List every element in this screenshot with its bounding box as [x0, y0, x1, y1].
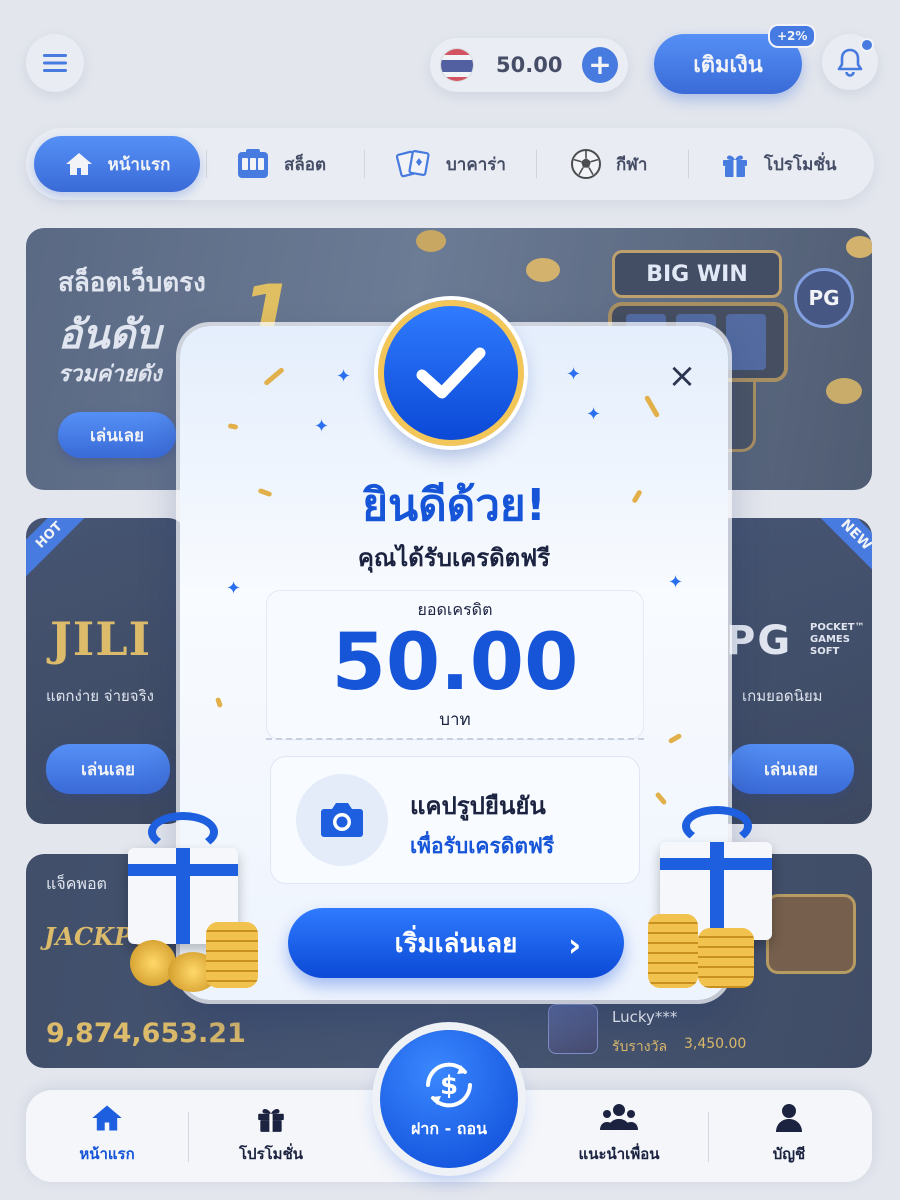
deposit-withdraw-button[interactable]: $ ฝาก - ถอน: [380, 1030, 518, 1168]
gift-icon: [258, 1108, 284, 1132]
credit-unit: บาท: [439, 710, 471, 730]
bottom-nav-refer-label: แนะนำเพื่อน: [578, 1145, 660, 1163]
coin-stack-graphic: [648, 914, 778, 990]
bottom-nav-divider: [188, 1112, 189, 1162]
user-icon: [776, 1104, 802, 1132]
home-icon: [92, 1105, 122, 1131]
success-badge: [378, 300, 524, 446]
sparkle-icon: ✦: [226, 578, 242, 599]
start-play-label: เริ่มเล่นเลย: [394, 928, 518, 959]
close-icon[interactable]: ×: [664, 356, 700, 396]
sparkle-icon: ✦: [566, 364, 582, 385]
bottom-nav-promotions-label: โปรโมชั่น: [238, 1145, 303, 1163]
bottom-nav-account-label: บัญชี: [772, 1145, 806, 1163]
sparkle-icon: ✦: [314, 416, 330, 437]
bottom-nav-home-label: หน้าแรก: [79, 1145, 135, 1163]
capture-line-2: เพื่อรับเครดิตฟรี: [410, 834, 555, 858]
sparkle-icon: ✦: [336, 366, 352, 387]
exchange-dollar-icon: $: [426, 1062, 472, 1107]
dashed-divider: [266, 738, 644, 740]
deposit-withdraw-label: ฝาก - ถอน: [410, 1118, 488, 1138]
users-icon: [600, 1104, 638, 1130]
bottom-nav-promotions[interactable]: โปรโมชั่น: [196, 1102, 346, 1166]
capture-line-1: แคปรูปยืนยัน: [410, 792, 546, 820]
modal-subtitle: คุณได้รับเครดิตฟรี: [357, 544, 551, 572]
credit-value: 50.00: [331, 618, 579, 708]
bottom-nav-refer[interactable]: แนะนำเพื่อน: [544, 1102, 694, 1166]
modal-title: ยินดีด้วย!: [362, 480, 546, 531]
checkmark-icon: [416, 347, 486, 399]
coin-stack-graphic: [130, 922, 260, 996]
svg-text:$: $: [440, 1071, 458, 1101]
bottom-nav-home[interactable]: หน้าแรก: [32, 1102, 182, 1166]
camera-icon: [321, 803, 363, 837]
sparkle-icon: ✦: [586, 404, 602, 425]
bottom-nav-account[interactable]: บัญชี: [714, 1102, 864, 1166]
chevron-right-icon: ›: [568, 926, 582, 964]
camera-button[interactable]: [296, 774, 388, 866]
bottom-nav-divider: [708, 1112, 709, 1162]
